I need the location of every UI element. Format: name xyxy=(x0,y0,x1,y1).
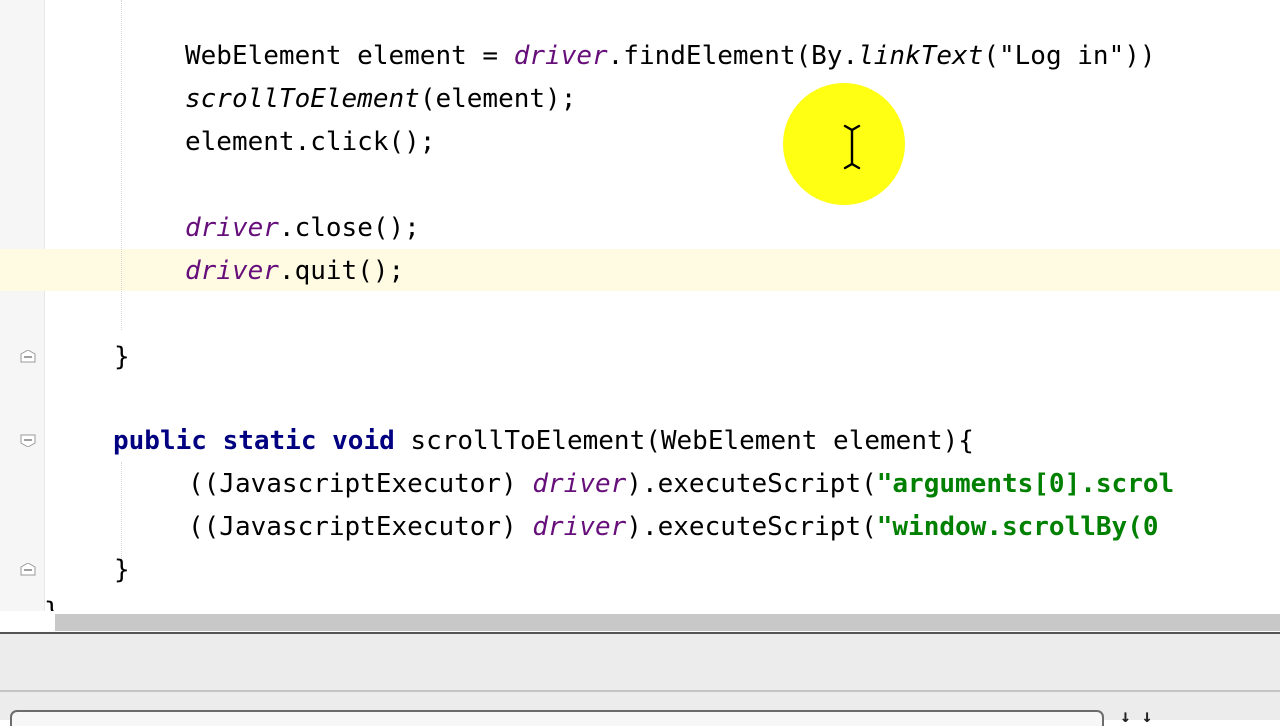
code-token: "window.scrollBy(0 xyxy=(876,512,1159,542)
code-line-exec-scroll-into-view[interactable]: ((JavascriptExecutor) driver).executeScr… xyxy=(188,463,1174,506)
panel-divider xyxy=(0,690,1280,692)
code-token: scrollToElement(WebElement element){ xyxy=(394,426,974,456)
code-token: ((JavascriptExecutor) xyxy=(188,512,533,542)
text-cursor-icon xyxy=(843,124,861,170)
code-token: .quit(); xyxy=(278,256,405,286)
code-token: driver xyxy=(513,41,608,71)
editor-gutter xyxy=(0,0,44,633)
code-token: .close(); xyxy=(278,213,420,243)
fold-end-icon[interactable] xyxy=(20,350,36,363)
code-token: linkText xyxy=(858,41,984,71)
code-line-method-close[interactable]: } xyxy=(114,549,130,592)
code-token: driver xyxy=(532,512,627,542)
panel-arrows-icon[interactable]: ↓ ↓ xyxy=(1120,706,1153,727)
code-token: (element); xyxy=(419,84,577,114)
code-token: driver xyxy=(185,256,279,286)
code-token: ((JavascriptExecutor) xyxy=(188,469,533,499)
code-line-method-signature[interactable]: public static void scrollToElement(WebEl… xyxy=(113,420,974,463)
code-line-quit[interactable]: driver.quit(); xyxy=(185,250,404,293)
fold-start-icon[interactable] xyxy=(20,434,36,447)
fold-end-icon[interactable] xyxy=(20,563,36,576)
code-token: public static void xyxy=(113,426,395,456)
bottom-panel xyxy=(0,634,1280,720)
code-token: element.click(); xyxy=(185,127,436,157)
code-editor[interactable]: WebElement element = driver.findElement(… xyxy=(0,0,1280,633)
code-token: ).executeScript( xyxy=(626,512,877,542)
code-line-main-close[interactable]: } xyxy=(114,336,130,379)
code-token: driver xyxy=(532,469,627,499)
code-token: ).executeScript( xyxy=(626,469,877,499)
indent-guide xyxy=(121,462,122,562)
horizontal-scrollbar-thumb[interactable] xyxy=(55,614,1280,631)
code-line-webelement[interactable]: WebElement element = driver.findElement(… xyxy=(185,35,1156,78)
gutter-separator xyxy=(44,0,45,633)
code-token: .findElement(By. xyxy=(607,41,859,71)
code-line-click[interactable]: element.click(); xyxy=(185,121,435,164)
code-line-close[interactable]: driver.close(); xyxy=(185,207,420,250)
indent-guide xyxy=(121,0,122,330)
code-token: } xyxy=(114,555,130,585)
code-token: "arguments[0].scrol xyxy=(876,469,1175,499)
code-token: scrollToElement xyxy=(185,84,420,114)
code-token: WebElement element = xyxy=(185,41,514,71)
code-line-exec-scroll-by[interactable]: ((JavascriptExecutor) driver).executeScr… xyxy=(188,506,1159,549)
code-token: driver xyxy=(185,213,279,243)
code-token: } xyxy=(114,342,130,372)
bottom-panel-field[interactable] xyxy=(10,710,1104,726)
code-line-scroll-call[interactable]: scrollToElement(element); xyxy=(185,78,576,121)
code-token: ("Log in")) xyxy=(983,41,1156,71)
